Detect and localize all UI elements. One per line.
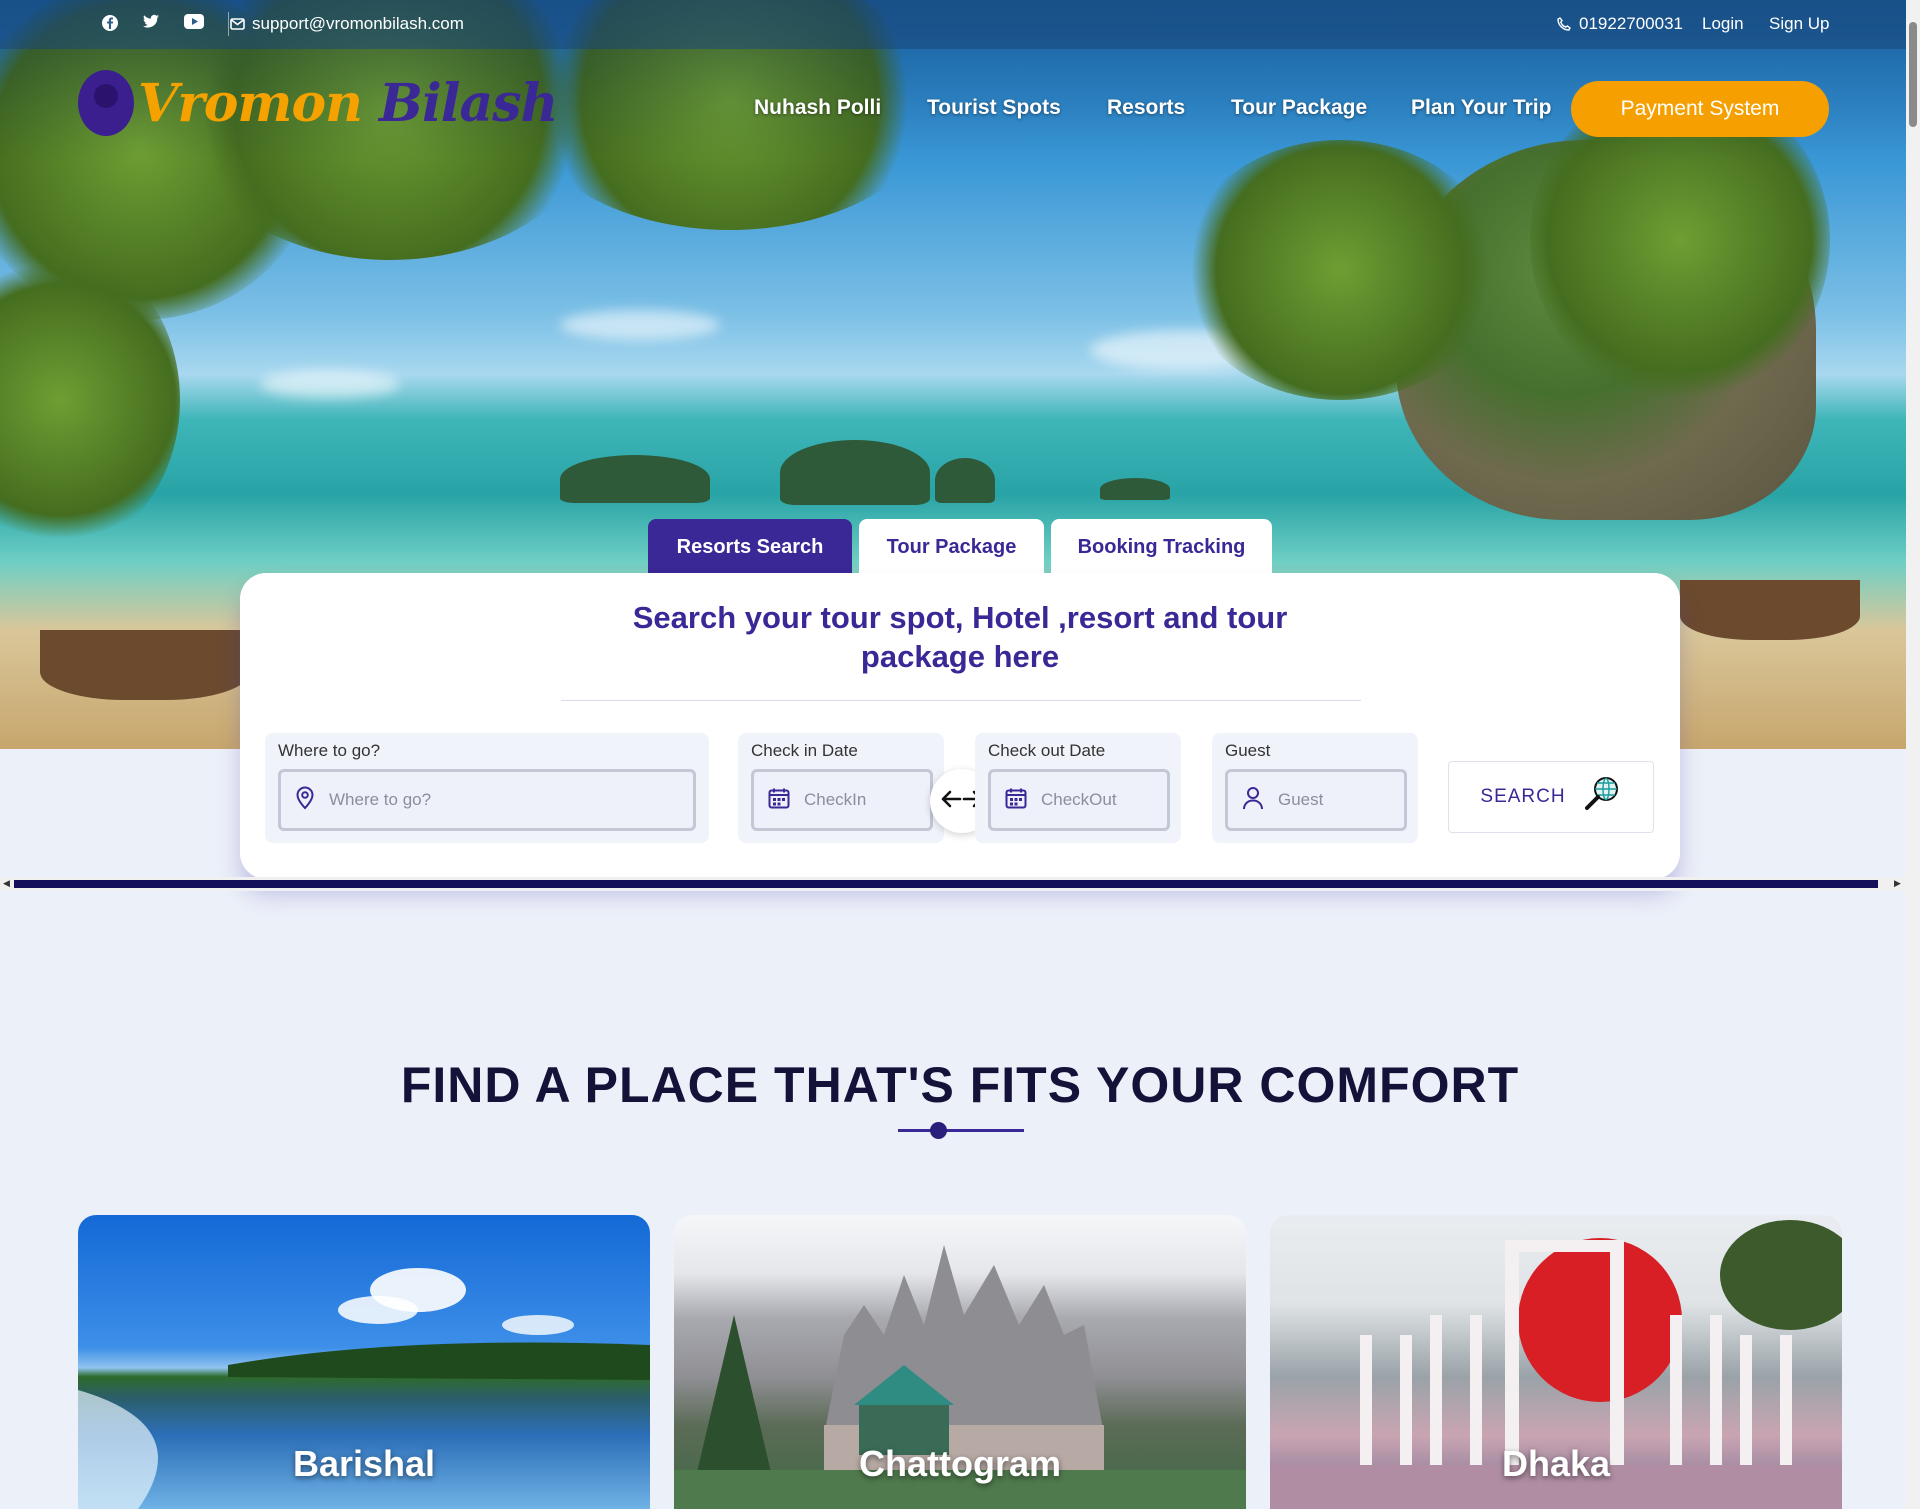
location-pin-icon — [295, 785, 315, 815]
where-placeholder: Where to go? — [329, 790, 432, 809]
globe-search-icon — [1582, 774, 1622, 820]
scroll-left-icon[interactable]: ◀ — [3, 878, 10, 889]
guest-field: Guest Guest — [1212, 733, 1418, 843]
where-field: Where to go? Where to go? — [265, 733, 709, 843]
where-label: Where to go? — [278, 741, 381, 760]
nav-resorts[interactable]: Resorts — [1107, 96, 1185, 120]
youtube-icon[interactable] — [184, 14, 204, 29]
place-name: Dhaka — [1501, 1443, 1611, 1484]
place-card-chattogram[interactable]: Chattogram — [674, 1215, 1246, 1509]
phone-number: 01922700031 — [1579, 14, 1684, 33]
logo-text-secondary: Bilash — [361, 72, 558, 134]
payment-system-button[interactable]: Payment System — [1571, 81, 1829, 137]
vertical-scrollbar-thumb[interactable] — [1909, 22, 1917, 127]
guest-input[interactable]: Guest — [1225, 769, 1407, 831]
logo-mark-icon — [78, 70, 134, 136]
place-card-dhaka[interactable]: Dhaka — [1270, 1215, 1842, 1509]
facebook-icon[interactable] — [101, 14, 119, 32]
calendar-icon — [1005, 787, 1027, 814]
checkout-label: Check out Date — [988, 741, 1106, 760]
checkout-input[interactable]: CheckOut — [988, 769, 1170, 831]
nav-nuhash-polli[interactable]: Nuhash Polli — [754, 96, 881, 120]
checkout-field: Check out Date CheckOut — [975, 733, 1181, 843]
place-name: Chattogram — [858, 1443, 1061, 1484]
top-bar: support@vromonbilash.com 01922700031 Log… — [0, 0, 1906, 49]
tab-resorts-search[interactable]: Resorts Search — [648, 519, 852, 575]
checkin-input[interactable]: CheckIn — [751, 769, 933, 831]
login-link[interactable]: Login — [1702, 14, 1744, 34]
search-button[interactable]: SEARCH — [1448, 761, 1654, 833]
calendar-icon — [768, 787, 790, 814]
nav-tour-package[interactable]: Tour Package — [1231, 96, 1367, 120]
nav-plan-your-trip[interactable]: Plan Your Trip — [1411, 96, 1551, 120]
scroll-right-icon[interactable]: ▶ — [1894, 878, 1901, 889]
tab-booking-tracking[interactable]: Booking Tracking — [1051, 519, 1272, 575]
title-divider-dot — [930, 1122, 947, 1139]
support-email: support@vromonbilash.com — [252, 14, 464, 33]
place-name: Barishal — [292, 1443, 436, 1484]
tab-tour-package[interactable]: Tour Package — [859, 519, 1044, 575]
checkin-label: Check in Date — [751, 741, 858, 760]
divider — [561, 700, 1361, 701]
checkout-placeholder: CheckOut — [1041, 790, 1117, 809]
guest-label: Guest — [1225, 741, 1271, 760]
checkin-field: Check in Date CheckIn — [738, 733, 944, 843]
checkin-placeholder: CheckIn — [804, 790, 867, 809]
vertical-scrollbar[interactable] — [1906, 0, 1920, 1509]
site-logo[interactable]: Vromon Bilash — [78, 70, 558, 136]
nav-tourist-spots[interactable]: Tourist Spots — [927, 96, 1061, 120]
search-card: Search your tour spot, Hotel ,resort and… — [240, 573, 1680, 879]
phone-icon — [1555, 15, 1573, 33]
logo-text-primary: Vromon — [138, 72, 363, 134]
support-email-link[interactable]: support@vromonbilash.com — [228, 14, 464, 34]
horizontal-scrollbar[interactable]: ◀ ▶ — [0, 877, 1906, 891]
phone-link[interactable]: 01922700031 — [1555, 14, 1683, 34]
twitter-icon[interactable] — [142, 14, 160, 30]
guest-placeholder: Guest — [1278, 790, 1324, 809]
signup-link[interactable]: Sign Up — [1769, 14, 1829, 34]
where-input[interactable]: Where to go? — [278, 769, 696, 831]
search-card-title: Search your tour spot, Hotel ,resort and… — [632, 600, 1288, 674]
mail-icon — [228, 15, 246, 33]
user-icon — [1242, 786, 1264, 815]
section-title: FIND A PLACE THAT'S FITS YOUR COMFORT — [400, 1057, 1520, 1113]
search-button-label: SEARCH — [1480, 786, 1566, 807]
title-divider — [898, 1129, 1024, 1132]
horizontal-scrollbar-thumb[interactable] — [14, 880, 1878, 888]
place-card-barishal[interactable]: Barishal — [78, 1215, 650, 1509]
